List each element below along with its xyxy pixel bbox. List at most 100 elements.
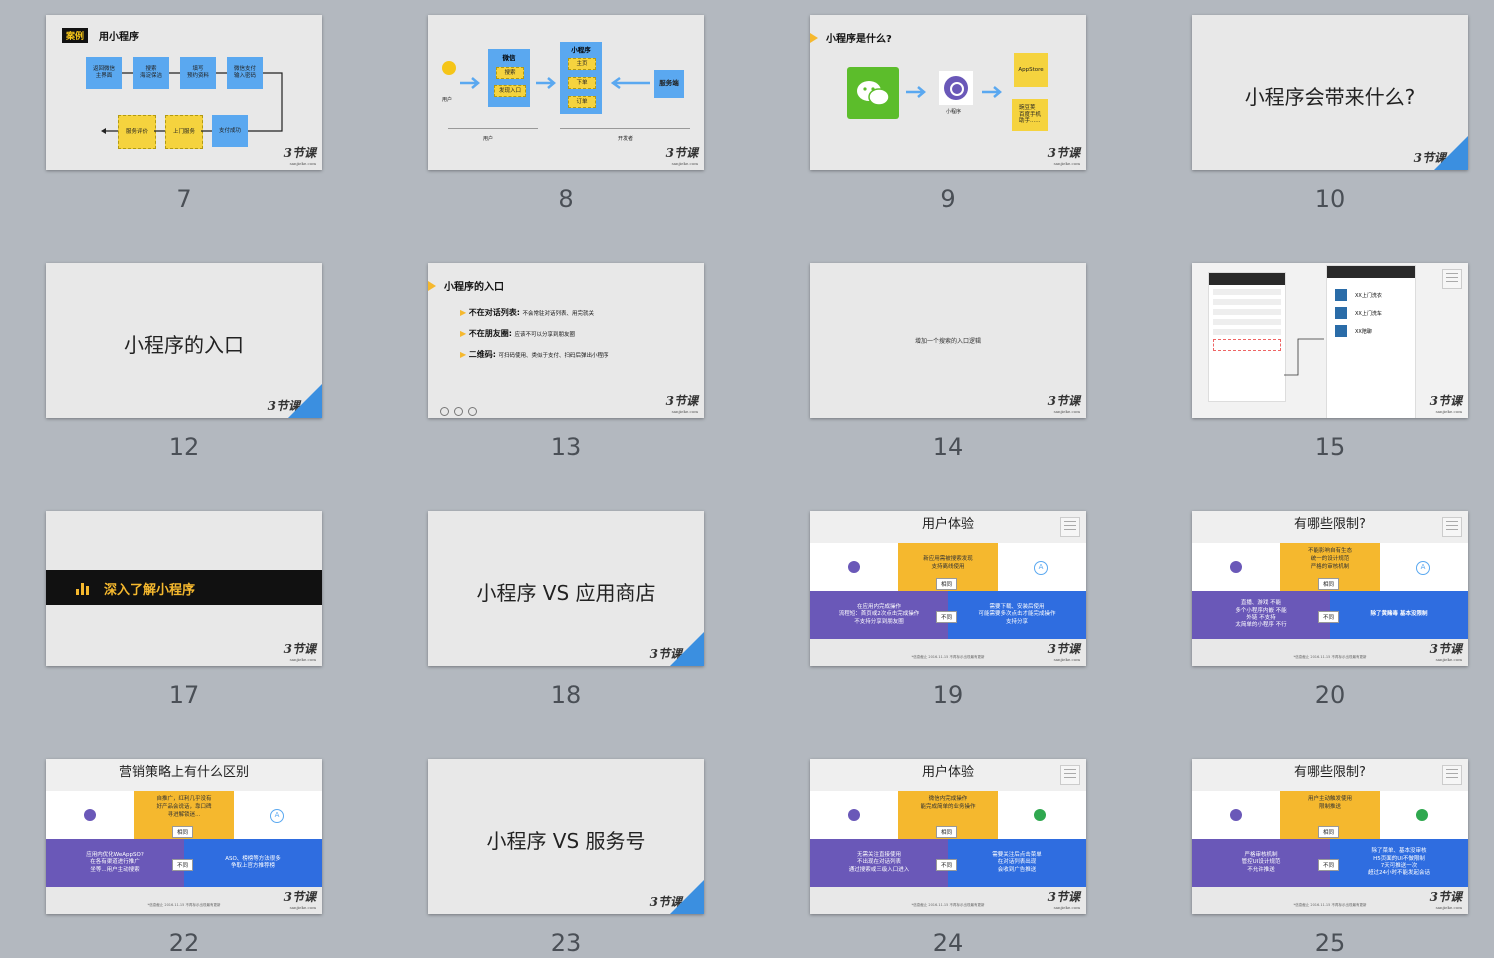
- slide-number: 23: [550, 929, 582, 957]
- slide-17[interactable]: 深入了解小程序 3节课 sanjieke.com: [46, 511, 322, 666]
- mini-program-icon: [848, 561, 860, 573]
- appstore-icon: A: [270, 809, 284, 823]
- slide-title: 小程序会带来什么?: [1244, 85, 1416, 109]
- footnote: *信息截止 2016.11.15 不再标示出现最有更新: [911, 903, 985, 907]
- slide-number: 18: [550, 681, 582, 709]
- menu-icon: [1442, 517, 1462, 537]
- slide-title: 小程序的入口: [444, 282, 504, 293]
- corner-decoration: [670, 632, 704, 666]
- place-order-box: 下单: [568, 77, 596, 89]
- right-diff: 除了菜单、基本没审核 H5页面的UI不做限制 7天可推送一次 超过24小时不能发…: [1330, 839, 1468, 887]
- user-icon: [442, 61, 456, 75]
- slide-number: 17: [168, 681, 200, 709]
- phone-screen-left: [1208, 272, 1286, 402]
- mp-box: 小程序 主页 下单 订单: [560, 42, 602, 114]
- slide-23[interactable]: 小程序 VS 服务号 3节课: [428, 759, 704, 914]
- slide-10[interactable]: 小程序会带来什么? 3节课: [1192, 15, 1468, 170]
- slide-title: 用户体验: [810, 511, 1086, 543]
- list-item: ▶ 二维码: 可扫码使用、类似于支付、扫码后弹出小程序: [460, 350, 609, 359]
- wechat-box: 微信 搜索 发现入口: [488, 49, 530, 107]
- corner-decoration: [1434, 136, 1468, 170]
- list-item: XX上门洗车: [1335, 306, 1411, 320]
- bar-chart-icon: [76, 581, 90, 595]
- order-box: 订单: [568, 96, 596, 108]
- appstore-box: AppStore: [1014, 53, 1048, 87]
- slide-text: 增加一个搜索的入口逻辑: [914, 338, 981, 345]
- wechat-logo-icon: [847, 67, 899, 119]
- bullet-marker: [428, 281, 436, 291]
- left-diff: 在应用内完成操作 流程短：首页或2次点击完成操作 不支持分享到朋友圈: [810, 591, 948, 639]
- logo: 3节课 sanjieke.com: [1429, 642, 1462, 662]
- divider: [560, 128, 690, 129]
- arrow-icon: [982, 86, 1002, 98]
- list-item: XX陪聊: [1335, 324, 1411, 338]
- slide-9[interactable]: 小程序是什么? 小程序 AppStore 豌豆荚 百度手机 助手...... 3…: [810, 15, 1086, 170]
- slide-number: 19: [932, 681, 964, 709]
- connector-line: [1284, 338, 1324, 376]
- slide-20[interactable]: 有哪些限制? A 不能影响自有生态 统一的设计规范 严格的审核机制 相同 直播、…: [1192, 511, 1468, 666]
- found-box: 发现入口: [494, 85, 526, 97]
- user-label: 用户: [442, 97, 453, 103]
- same-tag: 相同: [1318, 826, 1340, 838]
- mini-program-icon: [84, 809, 96, 821]
- diff-tag: 不同: [936, 859, 958, 871]
- logo: 3节课 sanjieke.com: [1047, 394, 1080, 414]
- slide-24[interactable]: 用户体验 微信内完成操作 能完成简单的业务操作 相同 无需关注直接使用 不出现在…: [810, 759, 1086, 914]
- slide-18[interactable]: 小程序 VS 应用商店 3节课: [428, 511, 704, 666]
- menu-icon: [1442, 765, 1462, 785]
- footnote: *信息截止 2016.11.15 不再标示出现最有更新: [147, 903, 221, 907]
- slide-14[interactable]: 增加一个搜索的入口逻辑 3节课 sanjieke.com: [810, 263, 1086, 418]
- slide-15[interactable]: XX上门洗衣 XX上门洗车 XX陪聊 3节课 sanjieke.com: [1192, 263, 1468, 418]
- mini-program-icon: [1230, 561, 1242, 573]
- slide-8[interactable]: 用户 微信 搜索 发现入口 小程序 主页 下单 订单 服务端 用户 开发者 3节…: [428, 15, 704, 170]
- other-stores-box: 豌豆荚 百度手机 助手......: [1012, 99, 1048, 131]
- logo: 3节课 sanjieke.com: [1047, 146, 1080, 166]
- list-item: XX上门洗衣: [1335, 288, 1411, 302]
- menu-icon: [1060, 517, 1080, 537]
- home-box: 主页: [568, 58, 596, 70]
- service-account-icon: [1416, 809, 1428, 821]
- diff-tag: 不同: [172, 859, 194, 871]
- corner-decoration: [288, 384, 322, 418]
- list-item: ▶ 不在朋友圈: 应该不可以分享到朋友圈: [460, 329, 575, 338]
- slide-12[interactable]: 小程序的入口 3节课: [46, 263, 322, 418]
- slide-22[interactable]: 营销策略上有什么区别 A 自推广，红利几乎没有 好产品会说话，靠口碑 寻进解锁迷…: [46, 759, 322, 914]
- slide-title: 有哪些限制?: [1192, 759, 1468, 791]
- pager-dots: [440, 401, 478, 418]
- slide-number: 25: [1314, 929, 1346, 957]
- slide-number: 14: [932, 433, 964, 461]
- mini-program-icon: [1230, 809, 1242, 821]
- menu-icon: [1442, 269, 1462, 289]
- slide-number: 7: [176, 185, 192, 213]
- flow-lines: [101, 72, 283, 134]
- right-diff: ASO、榜榜等方法很多 争取上官方推荐榜: [184, 839, 322, 887]
- phone-screen-right: XX上门洗衣 XX上门洗车 XX陪聊: [1326, 265, 1416, 418]
- slide-title: 营销策略上有什么区别: [46, 759, 322, 791]
- footnote: *信息截止 2016.11.15 不再标示出现最有更新: [1293, 655, 1367, 659]
- left-diff: 直播、游戏 不能 多个小程序内嵌 不能 外链 不支持 太简单的小程序 不行: [1192, 591, 1330, 639]
- appstore-icon: A: [1034, 561, 1048, 575]
- slide-7[interactable]: 案例 用小程序 返回微信 主界面 搜索 海淀保洁 填写 预约资料 微信支付 输入…: [46, 15, 322, 170]
- logo: 3节课 sanjieke.com: [283, 146, 316, 166]
- left-diff: 严格审核机制 管控UI设计规范 不允许推送: [1192, 839, 1330, 887]
- left-diff: 无需关注直接使用 不出现在对话列表 通过搜索或三级入口进入: [810, 839, 948, 887]
- service-account-icon: [1034, 809, 1046, 821]
- slide-13[interactable]: 小程序的入口 ▶ 不在对话列表: 不会常驻对话列表、用完就关 ▶ 不在朋友圈: …: [428, 263, 704, 418]
- slide-title: 小程序的入口: [124, 333, 244, 357]
- list-item: ▶ 不在对话列表: 不会常驻对话列表、用完就关: [460, 308, 594, 317]
- footnote: *信息截止 2016.11.15 不再标示出现最有更新: [911, 655, 985, 659]
- slide-number: 20: [1314, 681, 1346, 709]
- slide-25[interactable]: 有哪些限制? 用户主动触发使用 限制推送 相同 严格审核机制 管控UI设计规范 …: [1192, 759, 1468, 914]
- slide-number: 8: [558, 185, 574, 213]
- slide-title: 小程序是什么?: [826, 34, 892, 45]
- diff-tag: 不同: [936, 611, 958, 623]
- title-band: 深入了解小程序: [46, 570, 322, 605]
- slide-title: 有哪些限制?: [1192, 511, 1468, 543]
- logo: 3节课 sanjieke.com: [1429, 890, 1462, 910]
- slide-number: 9: [940, 185, 956, 213]
- arrow-icon: [460, 77, 480, 89]
- dev-section-label: 开发者: [618, 136, 634, 142]
- left-diff: 应用内优化WeAppSO? 在各有渠道进行推广 坐等...用户主动搜索: [46, 839, 184, 887]
- slide-19[interactable]: 用户体验 A 新应用需被搜索发现 支持离线使用 相同 在应用内完成操作 流程短：…: [810, 511, 1086, 666]
- divider: [448, 128, 538, 129]
